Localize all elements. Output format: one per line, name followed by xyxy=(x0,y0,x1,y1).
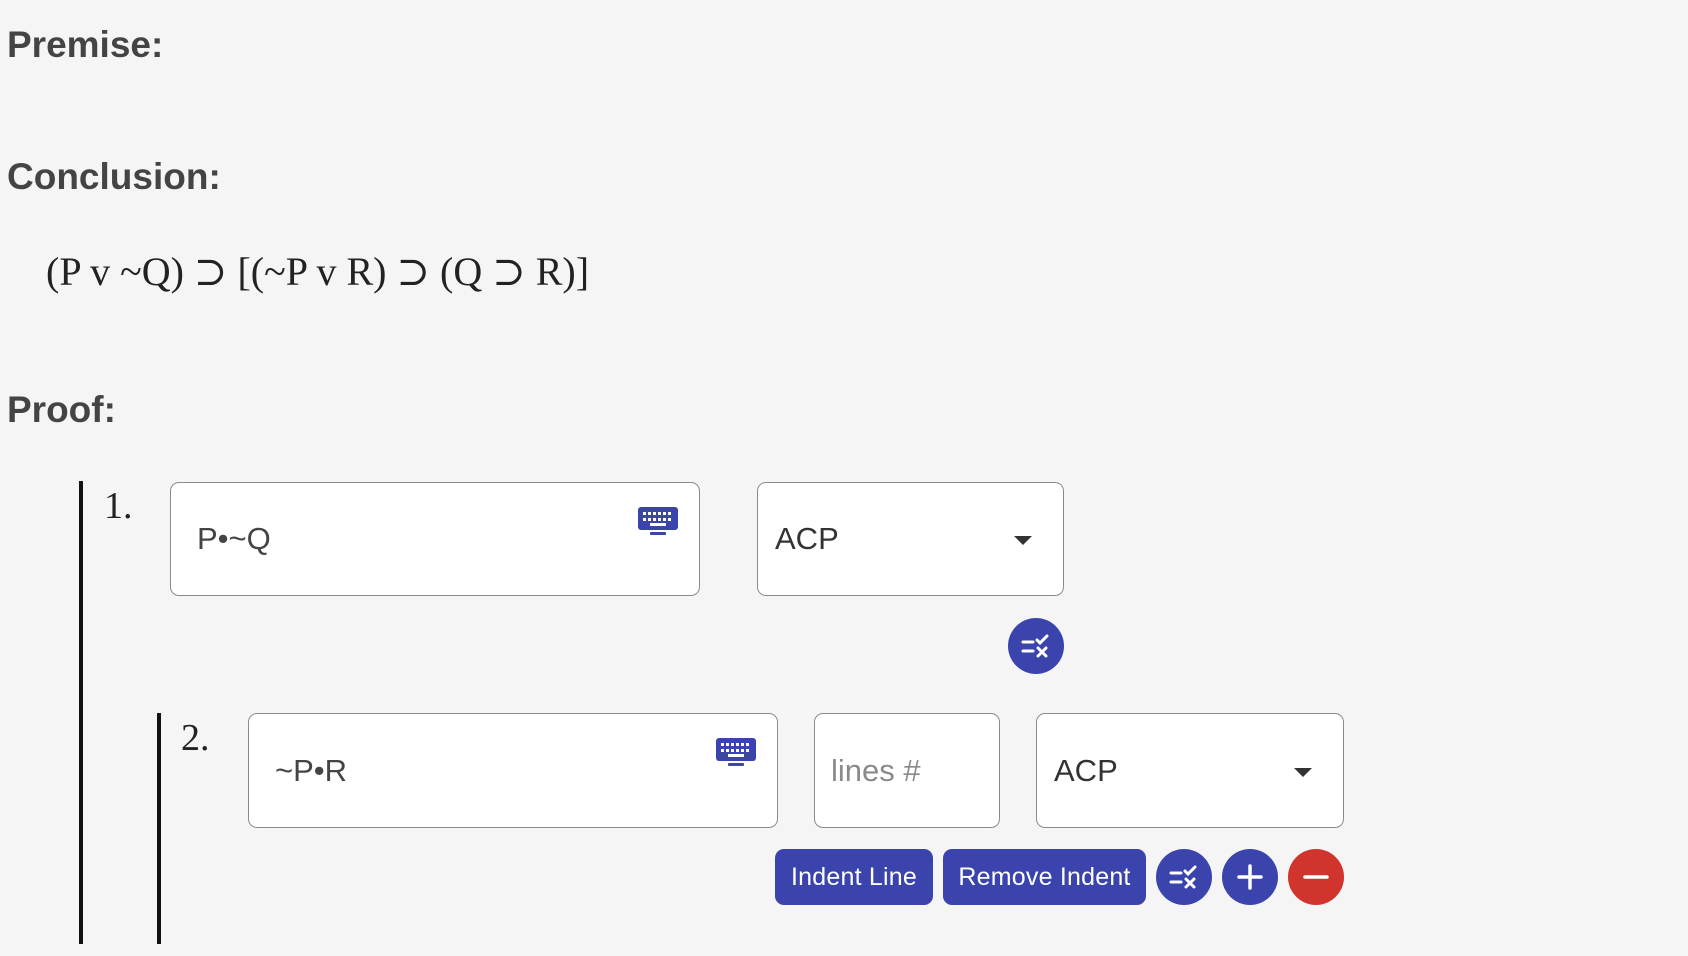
remove-line-button[interactable] xyxy=(1288,849,1344,905)
indent-line-button[interactable]: Indent Line xyxy=(775,849,933,905)
check-equivalence-icon xyxy=(1169,865,1197,889)
check-equivalence-icon xyxy=(1021,634,1049,658)
chevron-down-icon xyxy=(1294,767,1312,777)
lines-input-line-2[interactable]: lines # xyxy=(814,713,1000,828)
justification-value: ACP xyxy=(1054,752,1118,788)
chevron-down-icon xyxy=(1014,536,1032,545)
conclusion-formula: (P v ~Q) ⊃ [(~P v R) ⊃ (Q ⊃ R)] xyxy=(46,249,590,294)
remove-indent-button[interactable]: Remove Indent xyxy=(943,849,1146,905)
justification-select-line-1[interactable]: ACP xyxy=(757,482,1064,596)
line-number-2: 2. xyxy=(181,717,210,759)
outer-scope-bar xyxy=(79,481,83,944)
justification-select-line-2[interactable]: ACP xyxy=(1036,713,1344,828)
justification-value: ACP xyxy=(775,521,839,556)
formula-value: ~P•R xyxy=(275,752,348,788)
check-line-button-2[interactable] xyxy=(1156,849,1212,905)
inner-scope-bar xyxy=(157,713,161,944)
minus-icon xyxy=(1303,875,1329,879)
add-line-button[interactable] xyxy=(1222,849,1278,905)
line-number-1: 1. xyxy=(104,485,133,527)
plus-icon xyxy=(1237,864,1263,890)
keyboard-icon[interactable] xyxy=(638,507,678,535)
keyboard-icon[interactable] xyxy=(716,738,756,766)
lines-placeholder: lines # xyxy=(831,752,921,788)
formula-input-line-1[interactable]: P•~Q xyxy=(170,482,700,596)
proof-heading: Proof: xyxy=(7,389,116,430)
conclusion-heading: Conclusion: xyxy=(7,156,221,197)
check-line-button-1[interactable] xyxy=(1008,618,1064,674)
premise-heading: Premise: xyxy=(7,24,164,65)
formula-input-line-2[interactable]: ~P•R xyxy=(248,713,778,828)
formula-value: P•~Q xyxy=(197,521,271,556)
